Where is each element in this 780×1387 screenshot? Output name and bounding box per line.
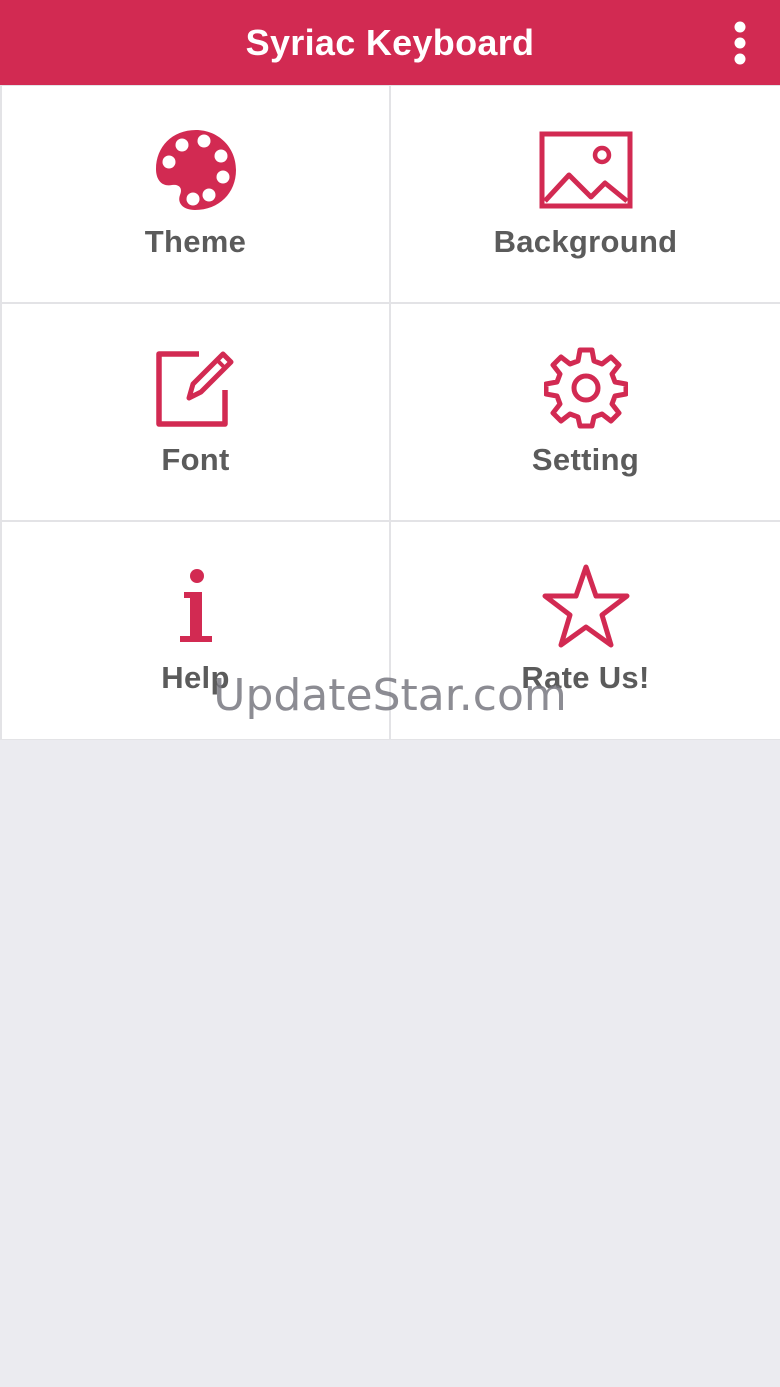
tile-font[interactable]: Font: [2, 304, 389, 520]
tile-background[interactable]: Background: [391, 86, 780, 302]
tile-rate-us[interactable]: Rate Us!: [391, 522, 780, 739]
tile-label-help: Help: [161, 660, 230, 695]
app-title: Syriac Keyboard: [245, 21, 535, 63]
star-icon: [538, 558, 634, 654]
gear-icon: [538, 340, 634, 436]
overflow-menu-button[interactable]: [722, 18, 758, 68]
image-icon: [538, 122, 634, 218]
tile-label-theme: Theme: [144, 224, 247, 259]
app-bar: Syriac Keyboard: [0, 0, 780, 85]
tile-setting[interactable]: Setting: [391, 304, 780, 520]
tile-label-background: Background: [493, 224, 678, 259]
edit-icon: [148, 340, 244, 436]
tile-theme[interactable]: Theme: [2, 86, 389, 302]
info-icon: [148, 558, 244, 654]
tile-label-setting: Setting: [531, 442, 640, 477]
menu-grid: Theme Background Font Setting Help Rate …: [0, 85, 780, 740]
more-vertical-icon: [734, 21, 746, 65]
palette-icon: [148, 122, 244, 218]
tile-label-rate-us: Rate Us!: [521, 660, 650, 695]
tile-label-font: Font: [161, 442, 230, 477]
tile-help[interactable]: Help: [2, 522, 389, 739]
app-screen: Syriac Keyboard Theme Background Font Se…: [0, 0, 780, 1387]
